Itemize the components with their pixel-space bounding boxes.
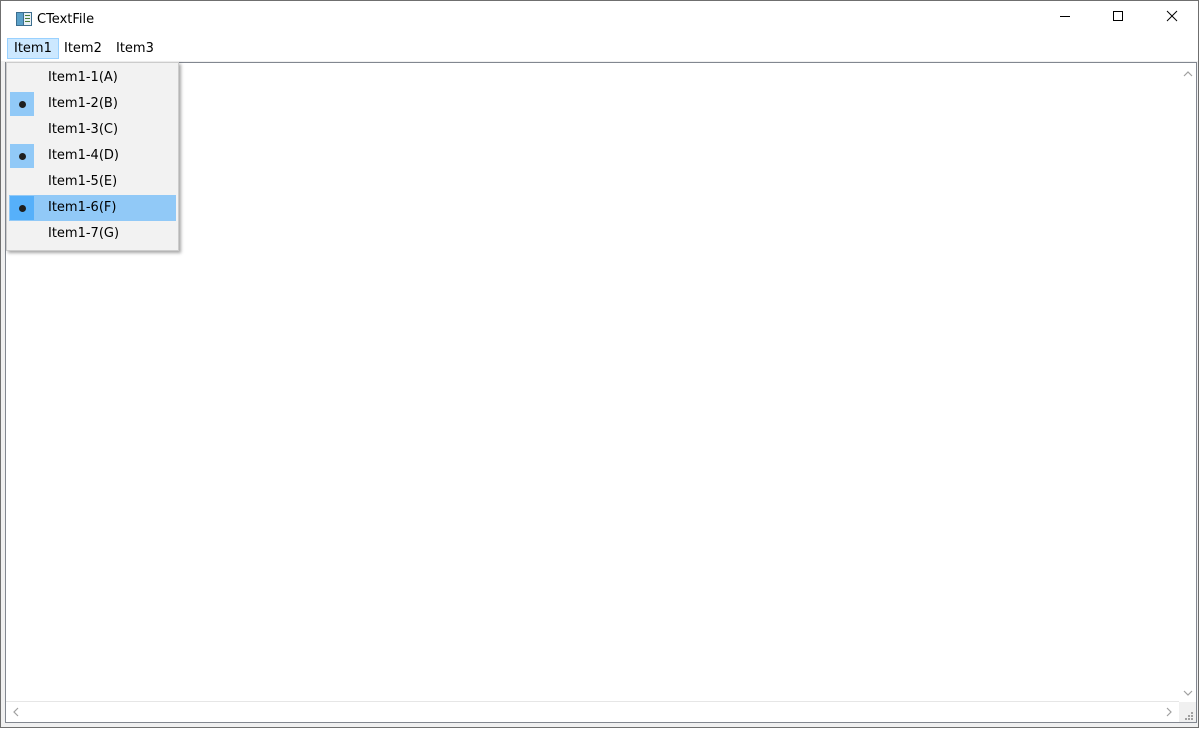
radio-bullet-icon bbox=[18, 152, 26, 160]
maximize-button[interactable] bbox=[1091, 1, 1145, 35]
chevron-up-icon[interactable] bbox=[1183, 68, 1193, 78]
menu-option-item1-4[interactable]: Item1-4(D) bbox=[9, 143, 176, 169]
minimize-button[interactable] bbox=[1038, 1, 1092, 35]
app-window-icon[interactable] bbox=[16, 12, 32, 26]
menu-option-item1-7[interactable]: Item1-7(G) bbox=[9, 221, 176, 247]
chevron-down-icon[interactable] bbox=[1183, 687, 1193, 697]
radio-bullet-icon bbox=[18, 100, 26, 108]
maximize-icon bbox=[1112, 10, 1124, 26]
text-edit-area[interactable] bbox=[5, 62, 1197, 723]
window-title: CTextFile bbox=[37, 12, 95, 27]
chevron-left-icon[interactable] bbox=[11, 706, 21, 717]
menu-option-label: Item1-5(E) bbox=[48, 174, 118, 189]
menu-option-label: Item1-2(B) bbox=[48, 96, 118, 111]
size-grip[interactable] bbox=[1179, 702, 1196, 722]
menu-option-label: Item1-7(G) bbox=[48, 226, 120, 241]
item1-dropdown-menu: Item1-1(A) Item1-2(B) Item1-3(C) Item1-4… bbox=[6, 62, 179, 251]
app-window: CTextFile Item1 Item2 Item3 Item1-1(A) I… bbox=[0, 0, 1199, 728]
chevron-right-icon[interactable] bbox=[1164, 706, 1174, 717]
size-grip-icon bbox=[1184, 710, 1194, 720]
menu-item2[interactable]: Item2 bbox=[58, 38, 108, 59]
horizontal-scrollbar[interactable] bbox=[6, 701, 1179, 722]
radio-check-box bbox=[10, 92, 34, 116]
menu-option-item1-5[interactable]: Item1-5(E) bbox=[9, 169, 176, 195]
menu-option-item1-2[interactable]: Item1-2(B) bbox=[9, 91, 176, 117]
radio-bullet-icon bbox=[18, 204, 26, 212]
menu-option-label: Item1-1(A) bbox=[48, 70, 118, 85]
title-bar[interactable]: CTextFile bbox=[1, 1, 1198, 35]
minimize-icon bbox=[1059, 10, 1071, 26]
menu-option-label: Item1-6(F) bbox=[48, 200, 117, 215]
menu-option-label: Item1-3(C) bbox=[48, 122, 119, 137]
vertical-scrollbar[interactable] bbox=[1179, 63, 1196, 702]
close-button[interactable] bbox=[1145, 1, 1199, 35]
radio-check-box bbox=[10, 144, 34, 168]
radio-check-box bbox=[10, 196, 34, 220]
menu-option-item1-3[interactable]: Item1-3(C) bbox=[9, 117, 176, 143]
menu-option-label: Item1-4(D) bbox=[48, 148, 119, 163]
menu-item1[interactable]: Item1 bbox=[7, 38, 59, 59]
menu-option-item1-6[interactable]: Item1-6(F) bbox=[9, 195, 176, 221]
menu-item3[interactable]: Item3 bbox=[110, 38, 160, 59]
menu-bar: Item1 Item2 Item3 bbox=[1, 35, 1198, 61]
menu-option-item1-1[interactable]: Item1-1(A) bbox=[9, 65, 176, 91]
close-icon bbox=[1166, 10, 1178, 26]
